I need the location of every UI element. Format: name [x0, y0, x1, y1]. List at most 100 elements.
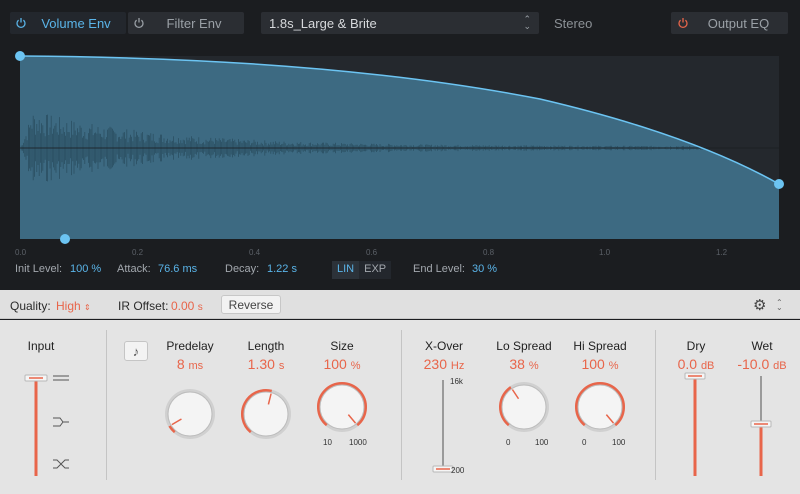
- gear-icon[interactable]: ⚙: [753, 296, 766, 314]
- time-tick: 0.2: [132, 248, 144, 257]
- tab-filter-env[interactable]: Filter Env: [128, 12, 244, 34]
- mono-sum-icon[interactable]: [53, 417, 69, 427]
- hi-spread-value: 100: [581, 356, 605, 372]
- preset-menu[interactable]: 1.8s_Large & Brite ⌃ ⌄: [261, 12, 539, 34]
- init-level-handle[interactable]: [15, 51, 25, 61]
- hi-spread-label: Hi Spread: [573, 339, 627, 353]
- time-tick: 0.8: [483, 248, 495, 257]
- length-value-display: 1.30 s: [234, 356, 298, 372]
- power-icon[interactable]: [128, 12, 150, 34]
- hi-spread-unit: %: [608, 360, 619, 372]
- predelay-unit: ms: [188, 360, 204, 372]
- tempo-sync-button[interactable]: ♪: [124, 341, 148, 361]
- wet-label: Wet: [751, 339, 773, 353]
- tab-label: Filter Env: [166, 15, 222, 31]
- hi-spread-max: 100: [612, 438, 626, 447]
- envelope-params: Init Level: 100 % Attack: 76.6 ms Decay:…: [0, 261, 800, 279]
- divider: [106, 330, 107, 480]
- xover-top: 16k: [450, 377, 463, 386]
- swap-channels-icon[interactable]: [53, 459, 69, 469]
- init-level-value[interactable]: 100 %: [70, 263, 101, 275]
- length-value: 1.30: [247, 356, 275, 372]
- attack-handle[interactable]: [60, 234, 70, 244]
- tab-output-eq[interactable]: Output EQ: [671, 12, 788, 34]
- dry-slider[interactable]: [682, 372, 712, 478]
- time-tick: 1.0: [599, 248, 611, 257]
- size-value-display: 100 %: [310, 356, 374, 372]
- size-min: 10: [323, 438, 332, 447]
- lo-spread-value-display: 38 %: [490, 356, 558, 372]
- reverb-controls: Input ♪ Predelay 8 ms Length 1.30 s Size…: [0, 320, 800, 494]
- input-mode-slider[interactable]: [22, 370, 102, 480]
- input-label: Input: [27, 339, 55, 353]
- size-knob[interactable]: [312, 377, 372, 437]
- updown-chevron-icon: ⌃ ⌄: [776, 298, 783, 312]
- lo-spread-label: Lo Spread: [496, 339, 552, 353]
- envelope-section: Volume Env Filter Env 1.8s_Large & Brite…: [0, 0, 800, 290]
- quality-value: High: [56, 299, 81, 313]
- lo-spread-knob[interactable]: [494, 377, 554, 437]
- quality-bar: Quality: High ⇕ IR Offset: 0.00 s Revers…: [0, 290, 800, 319]
- time-tick: 1.2: [716, 248, 728, 257]
- music-note-icon: ♪: [132, 343, 140, 359]
- ir-offset-unit: s: [197, 302, 203, 313]
- stereo-mode-icon[interactable]: [53, 375, 69, 381]
- time-tick: 0.6: [366, 248, 378, 257]
- length-unit: s: [278, 360, 285, 372]
- quality-label: Quality:: [10, 299, 51, 313]
- ir-offset-field[interactable]: 0.00 s: [171, 299, 203, 313]
- decay-label: Decay:: [225, 263, 260, 275]
- lo-spread-value: 38: [509, 356, 525, 372]
- divider: [655, 330, 656, 480]
- size-value: 100: [323, 356, 347, 372]
- xover-unit: Hz: [450, 360, 465, 372]
- dry-value: 0.0: [677, 356, 698, 372]
- xover-slider[interactable]: [430, 378, 460, 478]
- preset-name: 1.8s_Large & Brite: [269, 15, 377, 31]
- power-icon[interactable]: [10, 12, 32, 34]
- curve-mode-switch: LIN EXP: [332, 261, 392, 279]
- time-tick: 0.4: [249, 248, 261, 257]
- dry-value-display: 0.0 dB: [666, 356, 726, 372]
- stereo-label: Stereo: [554, 16, 593, 31]
- end-level-handle[interactable]: [774, 179, 784, 189]
- power-icon[interactable]: [671, 17, 695, 29]
- quality-menu[interactable]: High ⇕: [56, 299, 91, 313]
- lo-spread-min: 0: [506, 438, 511, 447]
- exp-button[interactable]: EXP: [359, 261, 392, 279]
- xover-label: X-Over: [424, 339, 463, 353]
- xover-bottom: 200: [451, 466, 465, 475]
- tab-volume-env[interactable]: Volume Env: [10, 12, 126, 34]
- xover-value-display: 230 Hz: [412, 356, 476, 372]
- predelay-knob[interactable]: [160, 384, 220, 444]
- time-axis: 0.0 0.2 0.4 0.6 0.8 1.0 1.2: [0, 248, 800, 258]
- wet-unit: dB: [773, 360, 787, 372]
- size-unit: %: [350, 360, 361, 372]
- predelay-value: 8: [176, 356, 185, 372]
- updown-chevron-icon: ⌃ ⌄: [523, 14, 531, 31]
- wet-value: -10.0: [737, 356, 770, 372]
- predelay-label: Predelay: [166, 339, 214, 353]
- lin-button[interactable]: LIN: [332, 261, 360, 279]
- time-tick: 0.0: [15, 248, 27, 257]
- wet-slider[interactable]: [748, 372, 778, 478]
- lo-spread-unit: %: [528, 360, 539, 372]
- end-level-value[interactable]: 30 %: [472, 263, 497, 275]
- attack-label: Attack:: [117, 263, 151, 275]
- ir-offset-value: 0.00: [171, 299, 195, 313]
- size-max: 1000: [349, 438, 367, 447]
- divider: [401, 330, 402, 480]
- length-knob[interactable]: [236, 384, 296, 444]
- attack-value[interactable]: 76.6 ms: [158, 263, 197, 275]
- size-label: Size: [330, 339, 354, 353]
- envelope-graph[interactable]: [0, 44, 800, 258]
- length-label: Length: [247, 339, 285, 353]
- hi-spread-knob[interactable]: [570, 377, 630, 437]
- reverse-button[interactable]: Reverse: [221, 295, 281, 314]
- predelay-value-display: 8 ms: [158, 356, 222, 372]
- lo-spread-max: 100: [535, 438, 549, 447]
- init-level-label: Init Level:: [15, 263, 63, 275]
- tab-label: Volume Env: [41, 15, 111, 31]
- decay-value[interactable]: 1.22 s: [267, 263, 297, 275]
- dry-label: Dry: [686, 339, 706, 353]
